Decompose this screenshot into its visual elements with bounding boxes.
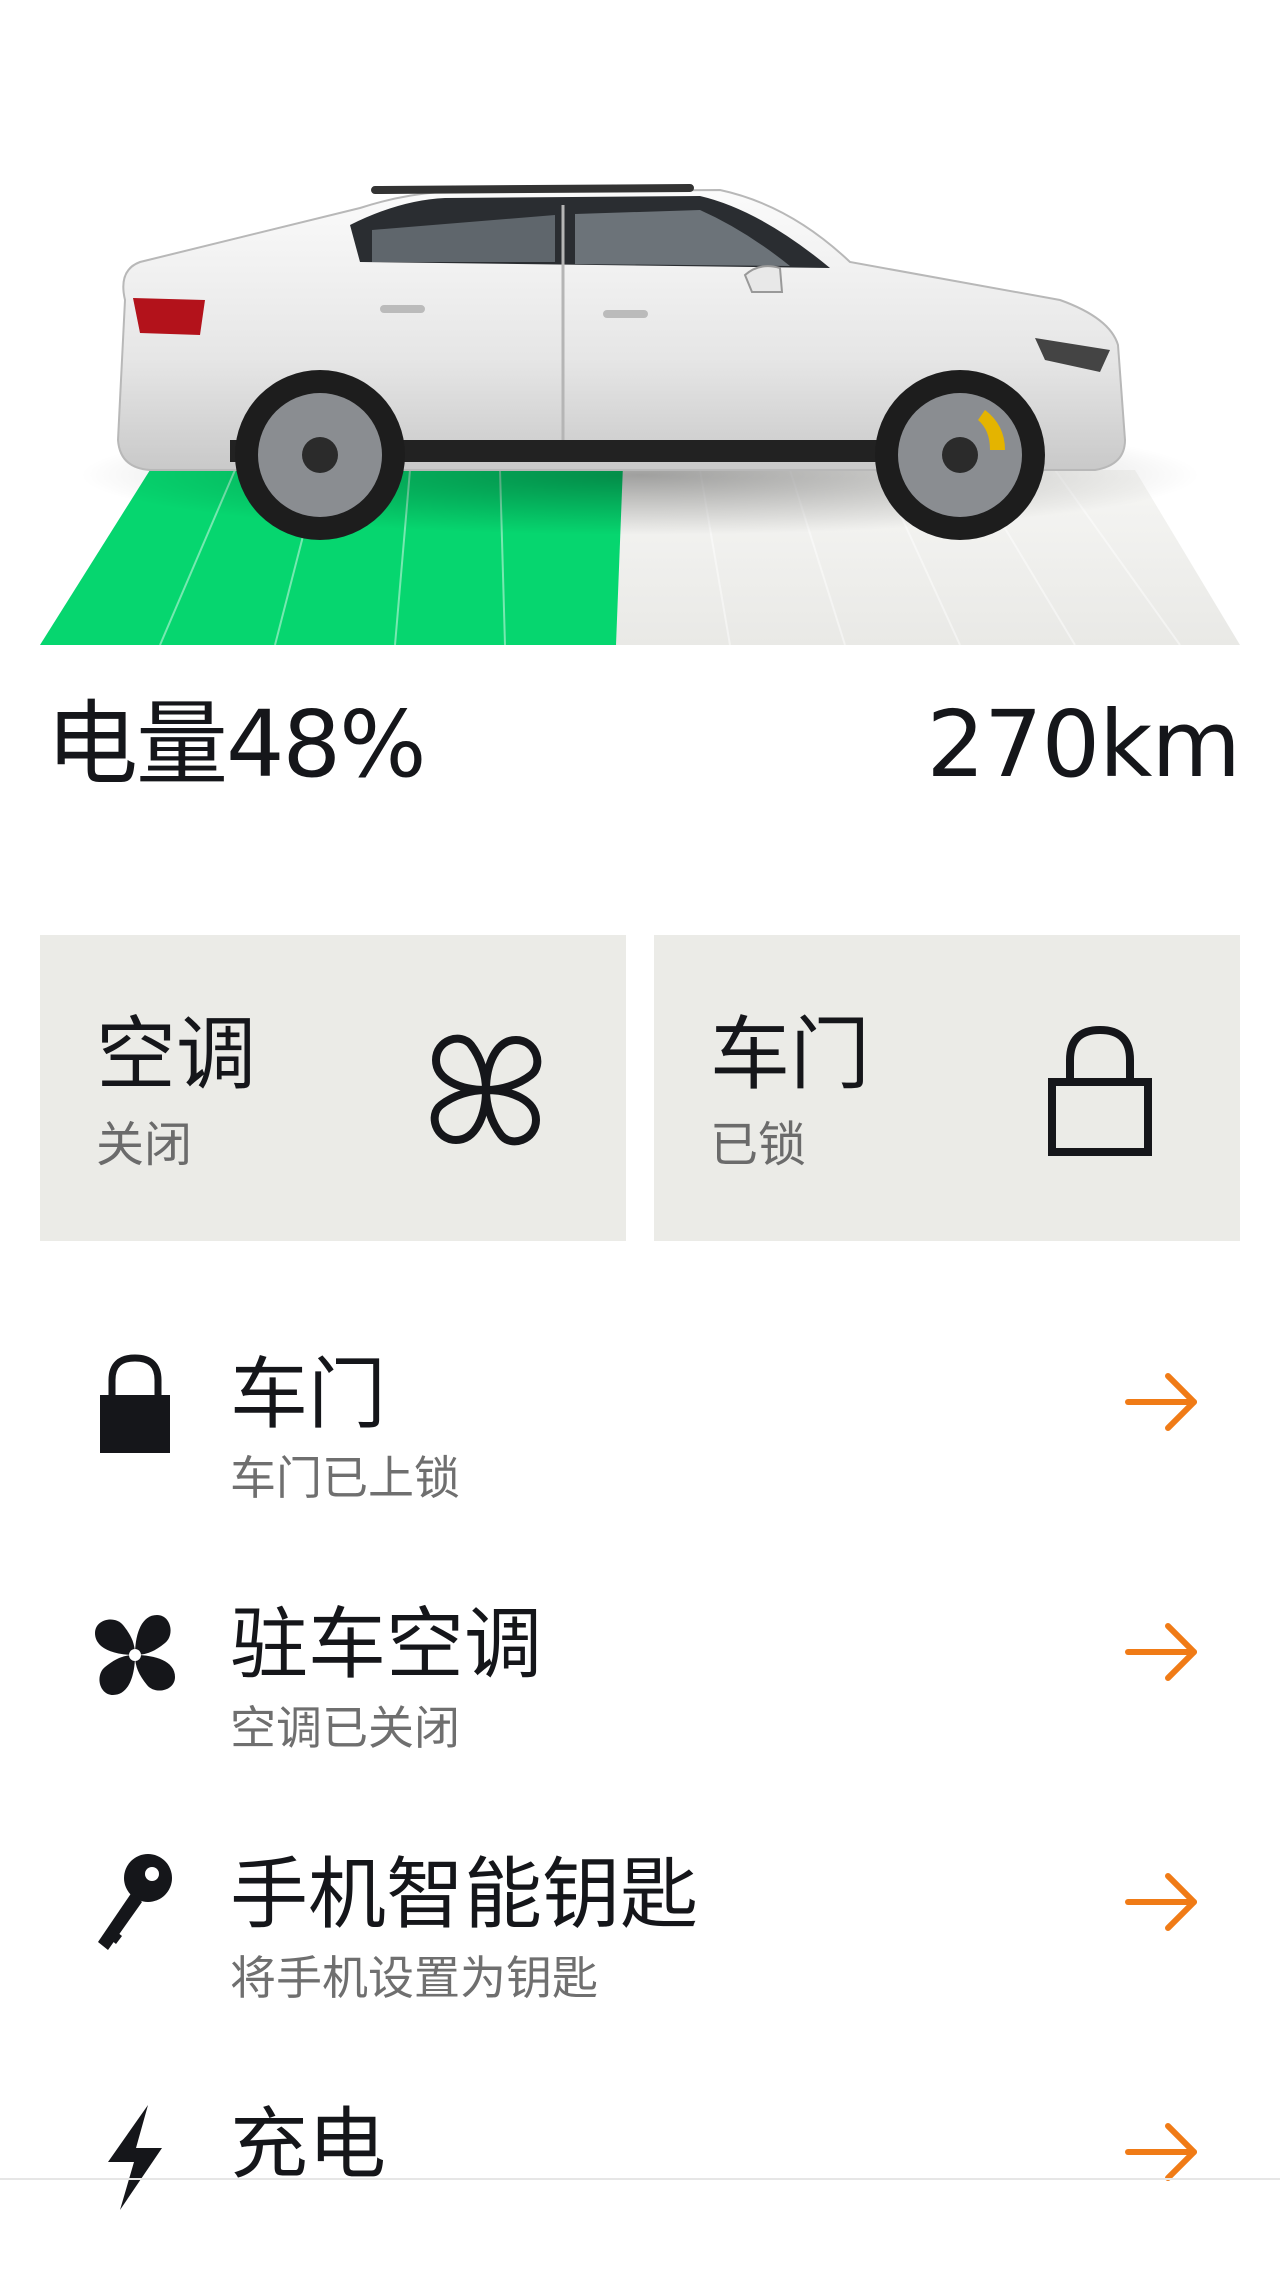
list-item-label: 手机智能钥匙 <box>230 1850 699 1940</box>
arrow-right-icon <box>1125 1873 1197 1931</box>
climate-card[interactable]: 空调 关闭 <box>40 935 626 1241</box>
list-item-subtitle: 车门已上锁 <box>230 1451 460 1505</box>
padlock-icon <box>100 1354 170 1453</box>
arrow-right-icon <box>1125 1373 1197 1431</box>
card-title: 车门 <box>710 1008 870 1101</box>
vehicle-hero <box>0 0 1280 660</box>
card-title: 空调 <box>96 1008 256 1101</box>
list-item-parking-climate[interactable]: 驻车空调 空调已关闭 <box>0 1550 1280 1770</box>
front-wheel <box>875 370 1045 540</box>
list-item-label: 车门 <box>230 1350 387 1440</box>
list-item-label: 充电 <box>230 2100 387 2190</box>
list-item-subtitle: 将手机设置为钥匙 <box>230 1951 598 2005</box>
bottom-divider <box>0 2178 1280 2180</box>
list-item-charging[interactable]: 充电 <box>0 2050 1280 2270</box>
card-status: 已锁 <box>710 1117 807 1173</box>
lightning-icon <box>108 2105 162 2210</box>
card-status: 关闭 <box>96 1117 193 1173</box>
padlock-outline-icon <box>1048 1025 1152 1156</box>
fan-icon <box>95 1615 175 1695</box>
battery-level-label: 电量48% <box>46 691 426 798</box>
fan-icon <box>430 1034 542 1146</box>
list-item-label: 驻车空调 <box>230 1600 543 1690</box>
list-item-phone-key[interactable]: 手机智能钥匙 将手机设置为钥匙 <box>0 1800 1280 2020</box>
key-icon <box>98 1854 172 1950</box>
door-card[interactable]: 车门 已锁 <box>654 935 1240 1241</box>
battery-range-row: 电量48% 270km <box>0 690 1280 800</box>
car-image <box>40 184 1240 646</box>
rear-wheel <box>235 370 405 540</box>
list-item-doors[interactable]: 车门 车门已上锁 <box>0 1300 1280 1520</box>
arrow-right-icon <box>1125 2123 1197 2181</box>
arrow-right-icon <box>1125 1623 1197 1681</box>
range-label: 270km <box>926 691 1241 798</box>
list-item-subtitle: 空调已关闭 <box>230 1701 460 1755</box>
